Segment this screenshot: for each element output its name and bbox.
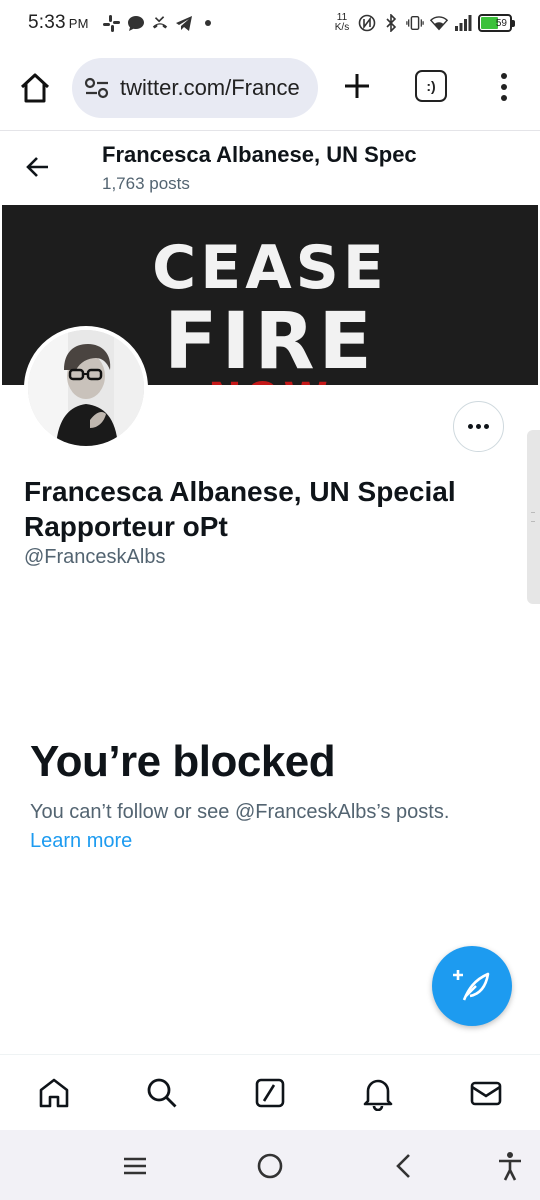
learn-more-link[interactable]: Learn more <box>30 830 132 853</box>
wifi-icon <box>430 14 448 32</box>
profile-more-button[interactable] <box>453 401 504 452</box>
menu-dot-icon <box>501 84 507 90</box>
battery-level: 59 <box>495 17 507 29</box>
site-settings-icon[interactable] <box>84 77 110 99</box>
banner-text-line1: CEASE <box>152 233 388 303</box>
home-outline-icon <box>20 73 50 103</box>
url-text[interactable]: twitter.com/France <box>120 75 300 101</box>
header-post-count: 1,763 posts <box>102 174 190 193</box>
address-bar[interactable]: twitter.com/France <box>72 58 318 118</box>
arrow-left-icon <box>26 157 48 177</box>
nav-notifications[interactable] <box>324 1055 432 1130</box>
home-circle-icon <box>257 1153 283 1179</box>
status-time: 5:33 PM <box>28 12 89 33</box>
slack-icon <box>103 14 121 32</box>
notifications-icon <box>363 1079 393 1111</box>
menu-dot-icon <box>501 73 507 79</box>
new-tab-button[interactable] <box>340 69 374 103</box>
browser-toolbar: twitter.com/France :) <box>0 56 540 120</box>
browser-home-button[interactable] <box>18 71 52 105</box>
browser-menu-button[interactable] <box>488 70 520 104</box>
blocked-title: You’re blocked <box>30 737 336 786</box>
back-button[interactable] <box>22 151 54 183</box>
page-scrollbar[interactable] <box>527 430 540 604</box>
system-home-button[interactable] <box>254 1150 286 1182</box>
nav-grok[interactable] <box>216 1055 324 1130</box>
accessibility-button[interactable] <box>494 1150 526 1182</box>
avatar-photo-icon <box>28 330 144 446</box>
blocked-description: You can’t follow or see @FranceskAlbs’s … <box>30 801 450 823</box>
missed-call-icon <box>151 14 169 32</box>
network-speed: 11 K/s <box>334 12 350 33</box>
signal-icon <box>454 14 472 32</box>
nav-search[interactable] <box>108 1055 216 1130</box>
header-profile-name: Francesca Albanese, UN Spec <box>102 142 417 167</box>
telegram-icon <box>175 14 193 32</box>
nav-messages[interactable] <box>432 1055 540 1130</box>
menu-dot-icon <box>501 95 507 101</box>
notification-icons <box>103 14 217 32</box>
accessibility-icon <box>499 1152 521 1181</box>
system-back-button[interactable] <box>388 1150 420 1182</box>
profile-display-name: Francesca Albanese, UN Special Rapporteu… <box>24 476 456 542</box>
recent-apps-icon <box>124 1157 146 1175</box>
tab-switcher-button[interactable]: :) <box>415 70 447 102</box>
compose-feather-icon <box>453 970 490 1001</box>
plus-icon <box>345 74 369 98</box>
vibrate-icon <box>406 14 424 32</box>
toolbar-divider <box>0 130 540 131</box>
status-bar: 5:33 PM 11 K/s 59 <box>0 0 540 46</box>
home-icon <box>39 1078 69 1107</box>
profile-avatar[interactable] <box>24 326 148 450</box>
more-dot-icon <box>468 424 473 429</box>
battery-icon: 59 <box>478 14 515 32</box>
profile-handle: @FranceskAlbs <box>24 546 166 568</box>
compose-post-button[interactable] <box>432 946 512 1026</box>
back-chevron-icon <box>396 1154 410 1178</box>
chat-icon <box>127 14 145 32</box>
bluetooth-icon <box>382 14 400 32</box>
more-notifications-dot-icon <box>199 14 217 32</box>
more-dot-icon <box>484 424 489 429</box>
bottom-navigation <box>0 1054 540 1130</box>
nav-home[interactable] <box>0 1055 108 1130</box>
search-icon <box>147 1078 177 1107</box>
more-dot-icon <box>476 424 481 429</box>
messages-icon <box>470 1081 502 1105</box>
nfc-icon <box>358 14 376 32</box>
status-right-icons: 11 K/s 59 <box>332 12 515 33</box>
system-navigation-bar <box>0 1130 540 1200</box>
recent-apps-button[interactable] <box>119 1150 151 1182</box>
grok-icon <box>255 1078 285 1107</box>
